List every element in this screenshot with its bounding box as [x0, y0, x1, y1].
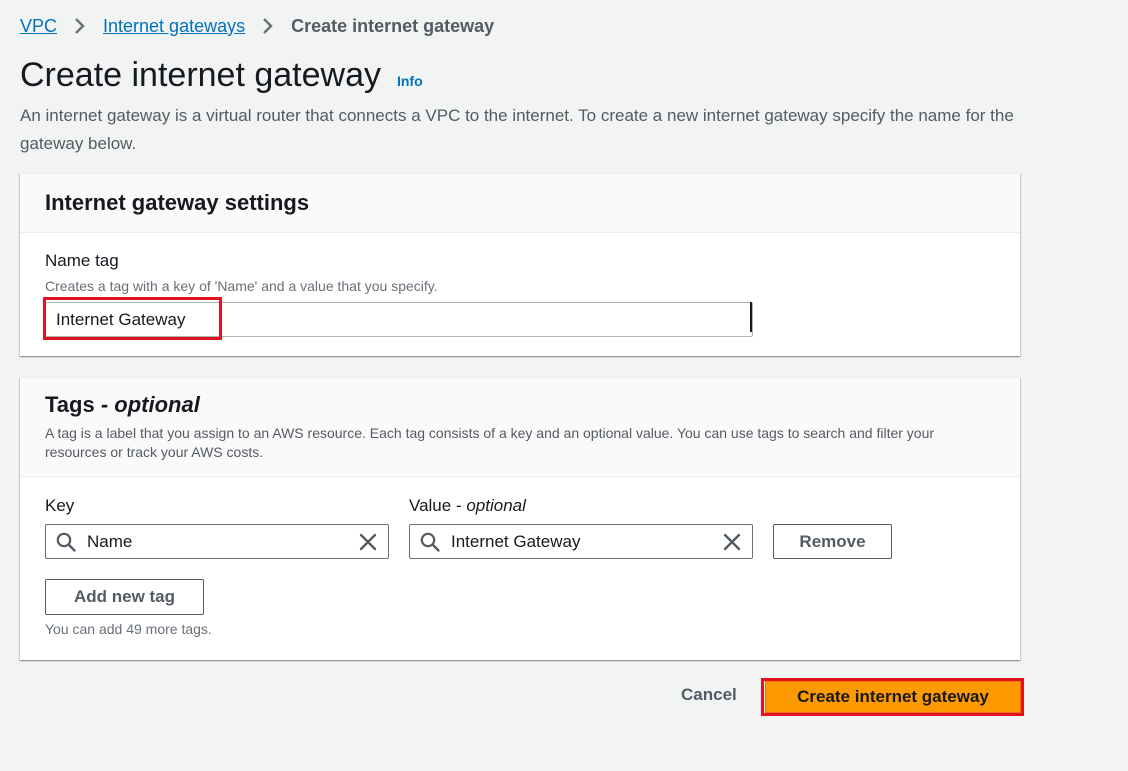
name-tag-label: Name tag [45, 251, 119, 270]
breadcrumb-vpc-link[interactable]: VPC [20, 16, 57, 37]
text-cursor [750, 302, 752, 332]
tag-key-label: Key [45, 496, 75, 515]
tag-key-input[interactable]: Name [45, 524, 389, 559]
name-tag-input[interactable] [45, 302, 753, 337]
page-header: Create internet gateway Info [20, 56, 423, 95]
search-icon [420, 532, 440, 552]
tag-value-input[interactable]: Internet Gateway [409, 524, 753, 559]
tags-description: A tag is a label that you assign to an A… [45, 425, 935, 460]
tag-key-value: Name [87, 531, 133, 551]
tags-title: Tags - [45, 392, 115, 417]
breadcrumb-internet-gateways-link[interactable]: Internet gateways [103, 16, 245, 37]
info-link[interactable]: Info [397, 73, 423, 89]
tag-value-label: Value - optional [409, 496, 526, 516]
tags-remaining-help: You can add 49 more tags. [45, 621, 212, 637]
tag-value-label-optional: optional [466, 496, 526, 515]
tags-panel: Tags - optional A tag is a label that yo… [20, 377, 1020, 660]
name-tag-description: Creates a tag with a key of 'Name' and a… [45, 278, 438, 294]
remove-tag-button[interactable]: Remove [773, 524, 892, 559]
page-description: An internet gateway is a virtual router … [20, 106, 1014, 153]
tag-value-value: Internet Gateway [451, 531, 581, 551]
panel-title: Internet gateway settings [45, 190, 310, 215]
close-icon[interactable] [721, 531, 743, 553]
breadcrumb: VPC Internet gateways Create internet ga… [20, 14, 494, 38]
add-new-tag-button[interactable]: Add new tag [45, 579, 204, 615]
tag-value-label-text: Value - [409, 496, 467, 515]
chevron-right-icon [263, 18, 273, 34]
tags-title-optional: optional [114, 392, 200, 417]
chevron-right-icon [75, 18, 85, 34]
panel-header: Internet gateway settings [20, 174, 1020, 233]
cancel-button[interactable]: Cancel [681, 685, 737, 705]
panel-title: Tags - optional [45, 392, 995, 418]
panel-header: Tags - optional A tag is a label that yo… [20, 378, 1020, 477]
internet-gateway-settings-panel: Internet gateway settings Name tag Creat… [20, 173, 1020, 356]
breadcrumb-current-page: Create internet gateway [291, 15, 495, 36]
page-title: Create internet gateway [20, 56, 381, 94]
search-icon [56, 532, 76, 552]
close-icon[interactable] [357, 531, 379, 553]
create-internet-gateway-button[interactable]: Create internet gateway [765, 681, 1021, 713]
